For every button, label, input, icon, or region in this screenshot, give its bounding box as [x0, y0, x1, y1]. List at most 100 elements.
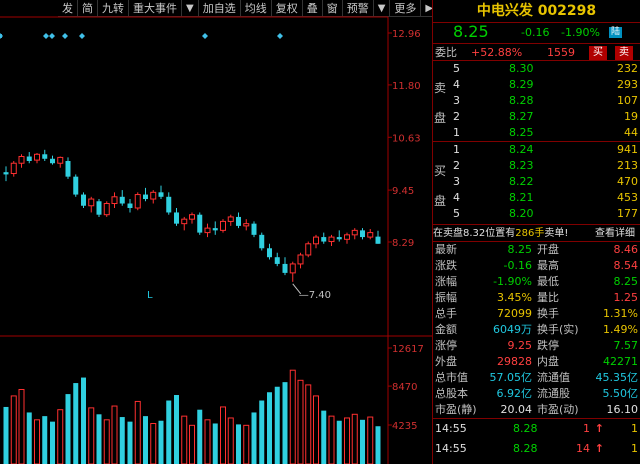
stats-row: 最新 8.25 开盘 8.46: [433, 242, 640, 258]
stat-label: 最新: [435, 243, 457, 256]
ask-row[interactable]: 3 8.28 107: [433, 93, 640, 109]
event-diamond-icon: [277, 33, 283, 39]
stats-row: 振幅 3.45% 量比 1.25: [433, 290, 640, 306]
arrow-down-icon: ↓: [595, 459, 604, 464]
candle-body: [297, 254, 304, 265]
tick-row: 14:55 8.28 14 ↑ 1: [433, 439, 640, 459]
bid-row[interactable]: 5 8.20 177: [433, 206, 640, 222]
event-diamond-icon: [43, 33, 49, 39]
candle-body: [3, 172, 9, 175]
candle-body: [189, 214, 195, 220]
sell-button[interactable]: 卖: [615, 46, 633, 60]
stat-label: 涨幅: [435, 275, 457, 288]
stat-label: 总市值: [435, 371, 468, 384]
bid-price: 8.22: [509, 175, 534, 188]
stat-value: 45.35亿: [595, 371, 639, 384]
volume-bar: [289, 369, 296, 464]
bid-row[interactable]: 3 8.22 470: [433, 174, 640, 190]
big-order-alert: 在卖盘8.32位置有286手卖单! 查看详细: [433, 224, 640, 242]
stat-label: 换手: [537, 307, 559, 320]
volume-bar: [119, 417, 125, 464]
bid-row[interactable]: 2 8.23 213: [433, 158, 640, 174]
stats-row: 总市值 57.05亿 流通值 45.35亿: [433, 370, 640, 386]
bid-price: 8.20: [509, 207, 534, 220]
volume-bar: [10, 395, 17, 464]
volume-bar: [189, 424, 195, 464]
candle-body: [212, 228, 218, 231]
stat-label: 市盈(静): [435, 403, 477, 416]
stat-label: 振幅: [435, 291, 457, 304]
stat-value: 7.57: [613, 339, 639, 352]
view-details-link[interactable]: 查看详细: [595, 225, 635, 243]
volume-bar: [174, 395, 179, 464]
volume-bar: [220, 406, 226, 464]
stats-table: 最新 8.25 开盘 8.46 涨跌 -0.16 最高 8.54 涨幅 -1.90% 最低 8.25 振…: [433, 242, 640, 418]
bid-level: 1: [453, 143, 460, 156]
candle-body: [111, 196, 118, 205]
ask-row[interactable]: 4 8.29 293: [433, 77, 640, 93]
tick-time: 14:55: [435, 442, 467, 455]
ask-row[interactable]: 5 8.30 232: [433, 61, 640, 77]
kline-svg: 12.96 11.80 10.63 9.45 8.29 12617 8470 4235 —7.4…: [0, 16, 432, 464]
ask-row[interactable]: 1 8.25 44: [433, 125, 640, 141]
volume-bar: [212, 423, 218, 464]
ask-price: 8.30: [509, 62, 534, 75]
stat-label: 换手(实): [537, 323, 579, 336]
stats-row: 金额 6049万 换手(实) 1.49%: [433, 322, 640, 338]
tick-volume: 4: [583, 459, 590, 464]
ask-level: 3: [453, 94, 460, 107]
bid-row[interactable]: 1 8.24 941: [433, 142, 640, 158]
tick-price: 8.27: [513, 459, 538, 464]
candle-body: [259, 234, 265, 249]
stat-value: 16.10: [606, 403, 639, 416]
candle-body: [344, 234, 350, 240]
buy-button[interactable]: 买: [589, 46, 607, 60]
market-badge: 陆: [609, 27, 623, 38]
volume-bar: [305, 384, 312, 464]
ask-row[interactable]: 2 8.27 19: [433, 109, 640, 125]
stat-label: 金额: [435, 323, 457, 336]
candle-body: [166, 196, 172, 213]
stats-row: 涨停 9.25 跌停 7.57: [433, 338, 640, 354]
bid-volume: 213: [617, 159, 638, 172]
stat-label: 内盘: [537, 355, 559, 368]
volume-bar: [236, 424, 241, 464]
weibi-value: +52.88%: [471, 46, 523, 59]
volume-bar: [73, 383, 79, 464]
volume-axis-label: 4235: [392, 421, 417, 432]
price-change-pct: -1.90%: [561, 26, 600, 39]
bid-row[interactable]: 4 8.21 453: [433, 190, 640, 206]
candle-body: [251, 223, 257, 235]
candle-body: [10, 162, 17, 175]
ask-volume: 293: [617, 78, 638, 91]
stat-label: 总股本: [435, 387, 468, 400]
candle-body: [282, 263, 288, 273]
tick-list: 14:55 8.28 1 ↑ 1 14:55 8.28 14 ↑ 1 14:55 8.27 4 ↓ 1: [433, 418, 640, 464]
volume-bar: [360, 419, 365, 464]
stat-label: 涨停: [435, 339, 457, 352]
stat-value: 42271: [603, 355, 638, 368]
kline-chart-area[interactable]: 发 简 九转 重大事件 ▼ 加自选 均线 复权 叠 窗 预警 ▼ 更多 ▶| ▼…: [0, 0, 459, 464]
ask-price: 8.29: [509, 78, 534, 91]
stat-label: 跌停: [537, 339, 559, 352]
volume-bar: [18, 388, 25, 464]
event-diamond-icon: [49, 33, 55, 39]
arrow-up-icon: ↑: [594, 422, 604, 435]
candle-body: [336, 237, 342, 240]
candle-body: [236, 216, 241, 226]
volume-bar: [96, 414, 102, 464]
volume-bar: [166, 400, 172, 464]
event-diamond-icon: [0, 33, 3, 39]
candle-body: [289, 263, 296, 274]
volume-bar: [50, 421, 55, 464]
candle-body: [375, 236, 381, 244]
candle-body: [96, 201, 102, 215]
volume-axis-label: 8470: [392, 382, 417, 393]
price-row: 8.25 -0.16 -1.90% 陆: [433, 22, 640, 43]
event-diamond-icon: [79, 33, 85, 39]
stat-label: 量比: [537, 291, 559, 304]
stock-name: 中电兴发: [476, 3, 533, 19]
tick-price: 8.28: [513, 422, 538, 435]
volume-bar: [42, 416, 48, 464]
alert-prefix: 在卖盘8.32位置有: [433, 228, 516, 239]
